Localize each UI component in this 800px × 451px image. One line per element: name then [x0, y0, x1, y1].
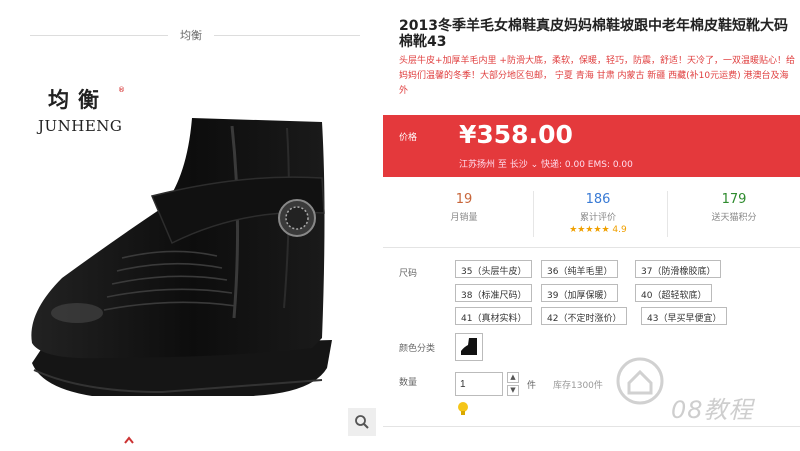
size-option[interactable]: 35（头层牛皮） [455, 260, 533, 278]
stat-points: 179 送天猫积分 [669, 185, 799, 223]
size-option[interactable]: 41（真材实料） [455, 307, 533, 325]
stat-number: 186 [585, 192, 611, 207]
lightbulb-icon [458, 402, 468, 415]
zoom-button[interactable] [348, 408, 376, 436]
shipping-info[interactable]: 江苏扬州 至 长沙 ⌄ 快递: 0.00 EMS: 0.00 [459, 157, 633, 170]
price-label: 价格 [399, 133, 418, 143]
price-panel: 价格 ¥358.00 江苏扬州 至 长沙 ⌄ 快递: 0.00 EMS: 0.0… [383, 115, 800, 177]
product-description: 头层牛皮+加厚羊毛内里 +防滑大底，柔软，保暖，轻巧，防震，舒适！天冷了，一双温… [399, 56, 795, 96]
stock-count: 库存1300件 [553, 381, 603, 391]
watermark-text: 08教程 [671, 396, 754, 424]
color-label: 颜色分类 [399, 344, 436, 354]
stat-number: 179 [721, 192, 747, 207]
product-image[interactable] [22, 108, 362, 408]
stat-label: 累计评价 [579, 213, 616, 223]
size-option[interactable]: 38（标准尺码） [455, 284, 533, 302]
size-option[interactable]: 39（加厚保暖） [541, 284, 619, 302]
divider [383, 247, 800, 248]
size-label: 尺码 [399, 269, 418, 279]
rating-stars: ★★★★★ 4.9 [569, 225, 627, 235]
stat-monthly-sales: 19 月销量 [399, 185, 529, 223]
size-option[interactable]: 37（防滑橡胶底） [635, 260, 722, 278]
size-option[interactable]: 40（超轻软底） [635, 284, 713, 302]
quantity-increase-button[interactable]: ▲ [507, 372, 519, 383]
color-swatch[interactable] [455, 333, 483, 361]
quantity-unit: 件 [527, 381, 537, 391]
stat-reviews[interactable]: 186 累计评价 ★★★★★ 4.9 [533, 185, 663, 235]
quantity-label: 数量 [399, 378, 418, 388]
quantity-decrease-button[interactable]: ▼ [507, 385, 519, 396]
divider [383, 426, 800, 427]
product-info: 2013冬季羊毛女棉鞋真皮妈妈棉鞋坡跟中老年棉皮鞋短靴大码棉靴43 头层牛皮+加… [383, 0, 800, 451]
product-title: 2013冬季羊毛女棉鞋真皮妈妈棉鞋坡跟中老年棉皮鞋短靴大码棉靴43 [399, 18, 788, 50]
product-gallery: 均衡 均衡 ® JUNHENG [0, 0, 383, 451]
size-option[interactable]: 42（不定时涨价） [541, 307, 628, 325]
brand-section-title: 均衡 [168, 27, 214, 43]
size-option[interactable]: 36（纯羊毛里） [541, 260, 619, 278]
house-watermark-icon [616, 357, 664, 405]
color-thumbnail [461, 338, 477, 355]
magnifier-icon [355, 415, 369, 429]
price-value: ¥358.00 [459, 120, 573, 149]
stat-label: 送天猫积分 [711, 213, 757, 223]
stat-label: 月销量 [450, 213, 478, 223]
quantity-input[interactable] [455, 372, 503, 396]
registered-mark: ® [118, 86, 125, 94]
thumbnail-caret-icon[interactable] [124, 436, 134, 444]
sales-stats: 19 月销量 186 累计评价 ★★★★★ 4.9 179 送天猫积分 [383, 185, 800, 243]
stat-number: 19 [455, 192, 473, 207]
divider [667, 191, 668, 237]
size-option[interactable]: 43（早买早便宜） [641, 307, 728, 325]
